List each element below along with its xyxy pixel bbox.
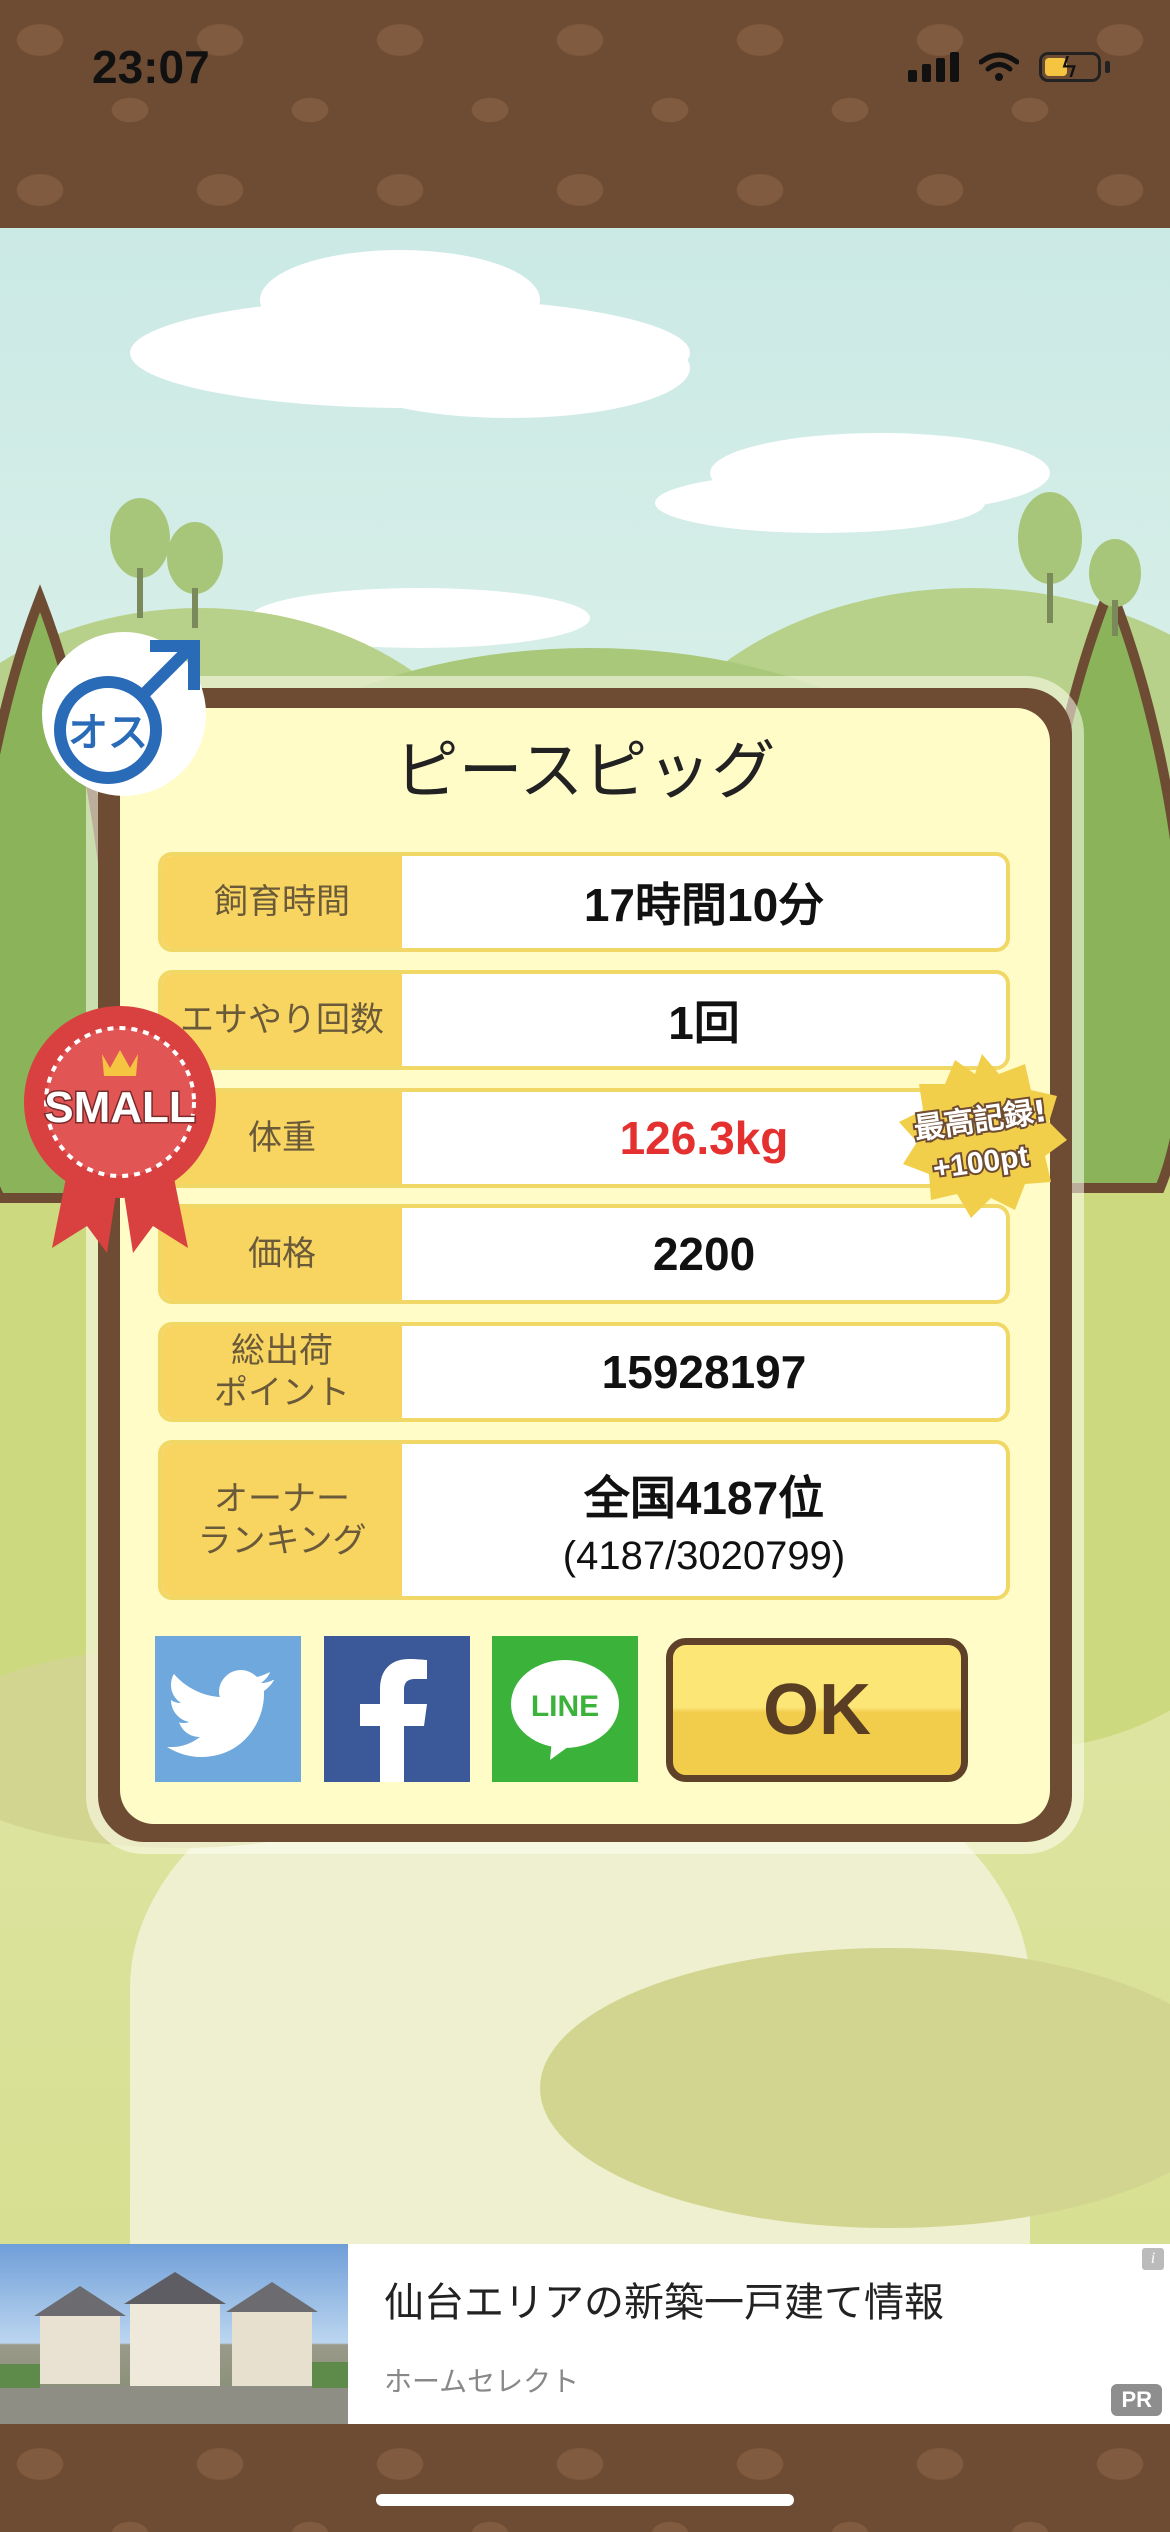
status-icons: ϟ: [908, 51, 1110, 84]
stat-label: オーナー ランキング: [162, 1444, 402, 1596]
stat-row-price: 価格 2200: [158, 1204, 1010, 1304]
battery-tip: [1105, 61, 1110, 73]
male-symbol-icon: オス: [54, 640, 200, 784]
wifi-icon: [979, 52, 1019, 81]
size-label: SMALL: [44, 1083, 196, 1132]
status-bar: 23:07 ϟ: [0, 0, 1170, 228]
ad-pr-badge: PR: [1111, 2384, 1162, 2416]
battery-icon: ϟ: [1039, 51, 1101, 84]
twitter-share-button[interactable]: [155, 1636, 301, 1782]
small-trees-right-icon: [1018, 492, 1141, 636]
bottom-bar: [0, 2424, 1170, 2532]
small-trees-icon: [110, 498, 223, 628]
stat-value: 15928197: [601, 1346, 807, 1398]
twitter-bird-icon: [167, 1670, 274, 1757]
status-time: 23:07: [92, 41, 210, 93]
ad-banner[interactable]: 仙台エリアの新築一戸建て情報 ホームセレクト i PR: [0, 2244, 1170, 2424]
facebook-f-icon: [360, 1659, 427, 1782]
facebook-share-button[interactable]: [324, 1636, 470, 1782]
stat-value: 全国4187位 (4187/3020799): [402, 1444, 1006, 1596]
gender-label: オス: [68, 710, 148, 756]
home-indicator[interactable]: [376, 2494, 794, 2506]
stat-row-total-points: 総出荷 ポイント 15928197: [158, 1322, 1010, 1422]
ok-button[interactable]: OK: [666, 1638, 968, 1782]
ranking-value: 全国4187位: [583, 1471, 825, 1524]
ad-info-icon[interactable]: i: [1142, 2248, 1164, 2270]
cellular-signal-icon: [908, 52, 959, 82]
small-size-ribbon: SMALL: [22, 998, 218, 1258]
line-share-button[interactable]: LINE: [492, 1636, 638, 1782]
stat-row-weight: 体重 126.3kg: [158, 1088, 1010, 1188]
stat-value: 17時間10分: [583, 879, 825, 931]
record-badge: 最高記録! +100pt: [895, 1050, 1069, 1224]
ad-title[interactable]: 仙台エリアの新築一戸建て情報: [384, 2270, 944, 2328]
male-badge: オス: [42, 632, 206, 796]
stat-row-raising-time: 飼育時間 17時間10分: [158, 852, 1010, 952]
line-icon: LINE: [511, 1660, 619, 1760]
pig-name-title: ピースピッグ: [394, 735, 776, 809]
stat-row-feed-count: エサやり回数 1回: [158, 970, 1010, 1070]
stat-label: 総出荷 ポイント: [162, 1326, 402, 1418]
ad-source: ホームセレクト: [384, 2365, 580, 2398]
stat-row-owner-ranking: オーナー ランキング 全国4187位 (4187/3020799): [158, 1440, 1010, 1600]
ad-image[interactable]: [0, 2244, 348, 2424]
stat-label: 飼育時間: [162, 856, 402, 948]
line-label: LINE: [531, 1690, 599, 1723]
ranking-detail: (4187/3020799): [562, 1533, 846, 1578]
